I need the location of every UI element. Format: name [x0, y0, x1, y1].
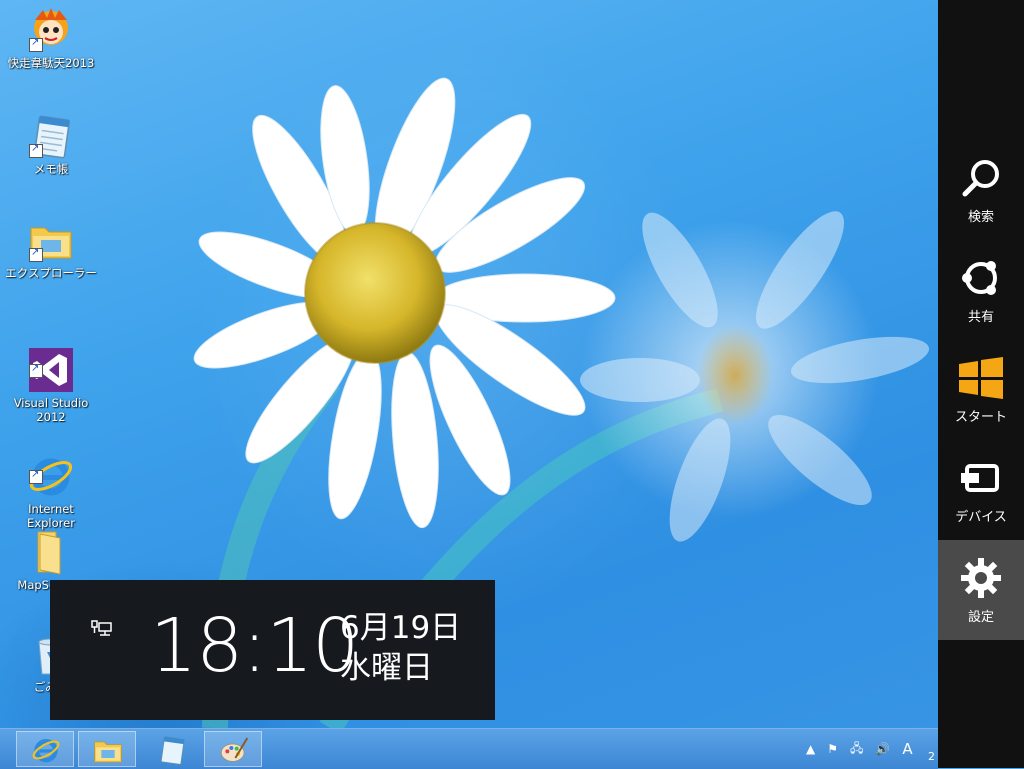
desktop-icon-kaisou-idaten[interactable]: 快走韋駄天2013: [5, 6, 97, 70]
clock-overlay: 18:10 6月19日 水曜日: [50, 580, 495, 720]
desktop-icon-visual-studio[interactable]: Visual Studio 2012: [5, 318, 97, 438]
taskbar-notepad-button[interactable]: [142, 731, 200, 767]
devices-icon: [961, 464, 999, 492]
windows-logo-icon: [959, 357, 1003, 399]
desktop-icon-label: メモ帳: [33, 162, 69, 176]
ime-mode-indicator[interactable]: A: [902, 740, 912, 758]
desktop-icon-internet-explorer[interactable]: Internet Explorer: [5, 424, 97, 544]
taskbar-paint-button[interactable]: [204, 731, 262, 767]
shortcut-arrow-icon: [29, 468, 43, 484]
charm-label: 検索: [967, 210, 994, 225]
file-explorer-icon: [94, 741, 122, 763]
paint-icon: [221, 737, 249, 762]
desktop-icon-label: 快走韋駄天2013: [7, 56, 95, 70]
clock-weekday: 水曜日: [340, 650, 433, 686]
gear-icon: [961, 558, 1001, 598]
taskbar-internet-explorer-button[interactable]: [16, 731, 74, 767]
shortcut-arrow-icon: [29, 246, 43, 262]
charm-label: 設定: [967, 610, 994, 625]
desktop-icon-explorer[interactable]: エクスプローラー: [5, 216, 97, 280]
charms-bar: 検索 共有 スタート デバイス 設定: [938, 0, 1024, 768]
charm-label: デバイス: [955, 510, 1007, 525]
charm-search[interactable]: 検索: [938, 140, 1024, 240]
show-hidden-icons-icon[interactable]: ▲: [806, 742, 815, 756]
folder-icon: [22, 528, 70, 576]
charm-settings[interactable]: 設定: [938, 540, 1024, 640]
clock-time: 18:10: [150, 603, 359, 689]
network-icon: [91, 620, 112, 636]
desktop-icon-label: エクスプローラー: [5, 266, 97, 280]
volume-icon[interactable]: 🔊: [875, 742, 890, 756]
charm-label: スタート: [954, 410, 1007, 425]
taskbar-clock[interactable]: 2: [928, 750, 935, 763]
clock-date: 6月19日: [340, 610, 462, 646]
file-explorer-icon: [27, 216, 75, 264]
charm-devices[interactable]: デバイス: [938, 440, 1024, 540]
taskbar-file-explorer-button[interactable]: [78, 731, 136, 767]
charm-share[interactable]: 共有: [938, 240, 1024, 340]
system-tray: ▲ ⚑ 🖧 🔊 A: [800, 729, 919, 769]
notepad-icon: [27, 112, 75, 160]
charm-start[interactable]: スタート: [938, 340, 1024, 440]
shortcut-arrow-icon: [29, 142, 43, 158]
shortcut-arrow-icon: [29, 36, 43, 52]
notepad-icon: [160, 736, 185, 765]
network-icon[interactable]: 🖧: [850, 739, 863, 760]
internet-explorer-icon: [27, 438, 75, 496]
share-icon: [962, 261, 997, 295]
visual-studio-icon: [27, 332, 75, 392]
internet-explorer-icon: [32, 739, 60, 763]
shortcut-arrow-icon: [29, 362, 43, 378]
desktop-icon-notepad[interactable]: メモ帳: [5, 112, 97, 176]
charm-label: 共有: [967, 310, 994, 325]
action-center-flag-icon[interactable]: ⚑: [827, 742, 838, 756]
taskbar: ▲ ⚑ 🖧 🔊 A: [0, 728, 938, 769]
kaisou-idaten-icon: [27, 6, 75, 54]
search-icon: [962, 160, 999, 197]
